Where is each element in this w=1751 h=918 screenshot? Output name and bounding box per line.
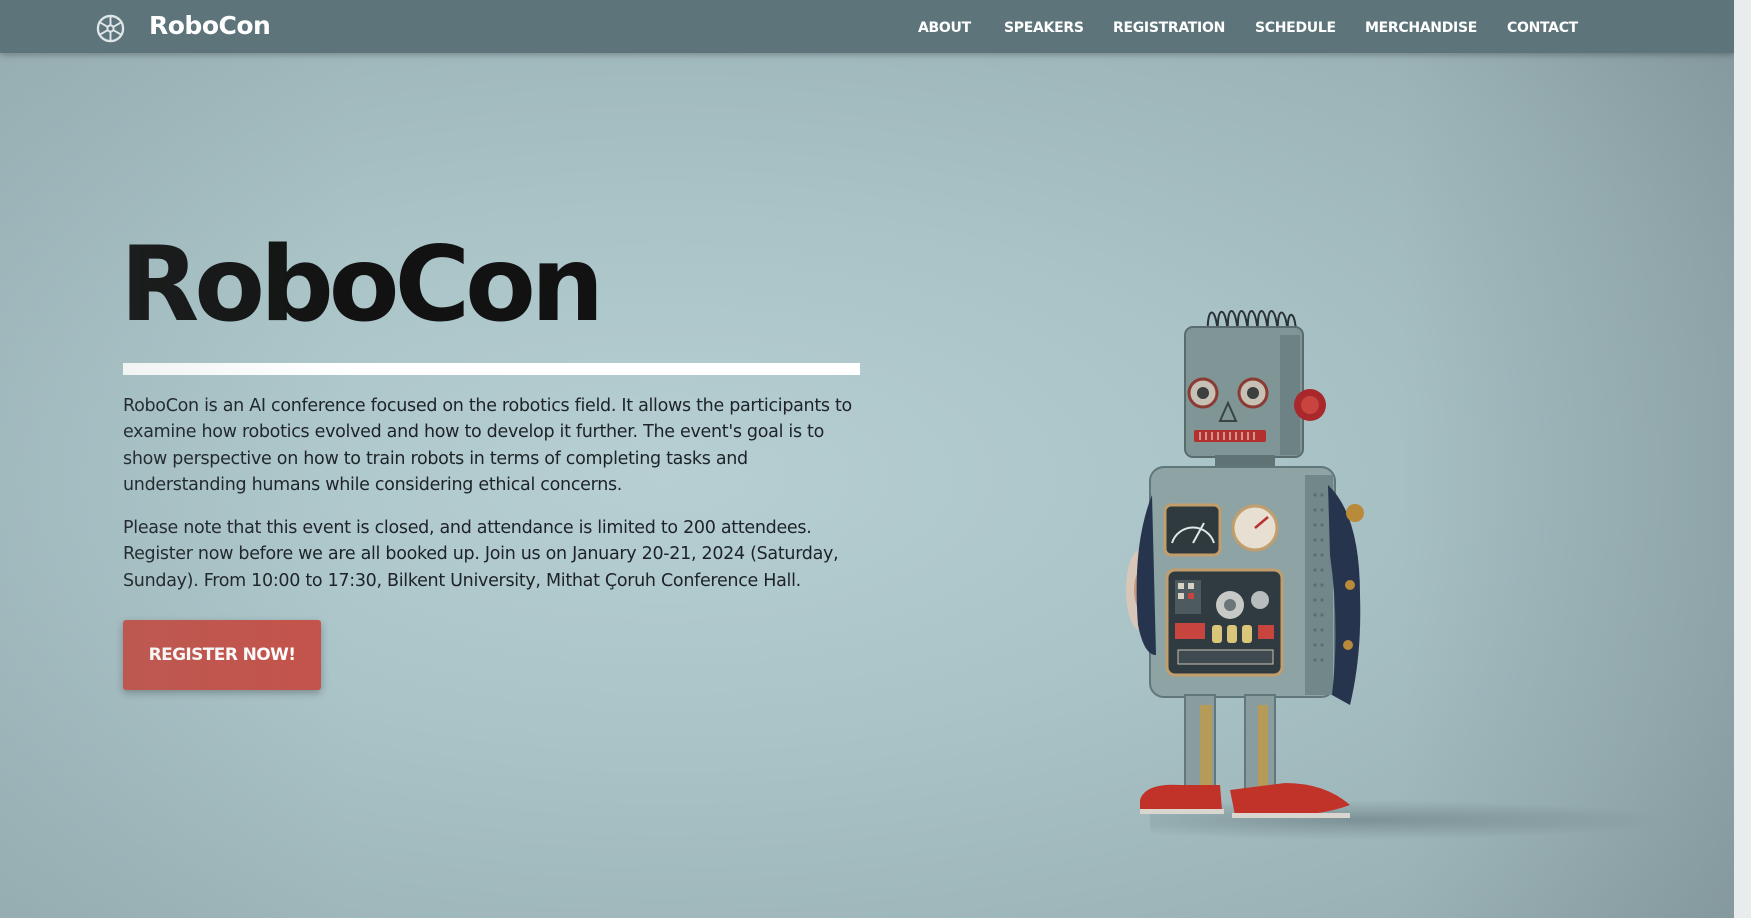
hero-event-details: Please note that this event is closed, a… [123,518,839,591]
brand-name[interactable]: RoboCon [149,11,271,40]
register-now-button[interactable]: REGISTER NOW! [123,620,321,690]
page: RoboCon ABOUT SPEAKERS REGISTRATION SCHE… [0,0,1751,918]
top-navbar: RoboCon ABOUT SPEAKERS REGISTRATION SCHE… [0,0,1734,53]
toy-robot-illustration [1126,310,1364,818]
hero-description: RoboCon is an AI conference focused on t… [123,396,852,495]
hero-title: RoboCon [120,225,604,345]
gear-wheel-icon[interactable] [95,13,126,44]
nav-speakers[interactable]: SPEAKERS [1004,20,1084,36]
vertical-scrollbar[interactable] [1734,0,1751,918]
nav-about[interactable]: ABOUT [918,20,971,36]
title-divider [123,363,860,375]
nav-contact[interactable]: CONTACT [1507,20,1578,36]
nav-merchandise[interactable]: MERCHANDISE [1365,20,1477,36]
nav-schedule[interactable]: SCHEDULE [1255,20,1336,36]
nav-registration[interactable]: REGISTRATION [1113,20,1225,36]
